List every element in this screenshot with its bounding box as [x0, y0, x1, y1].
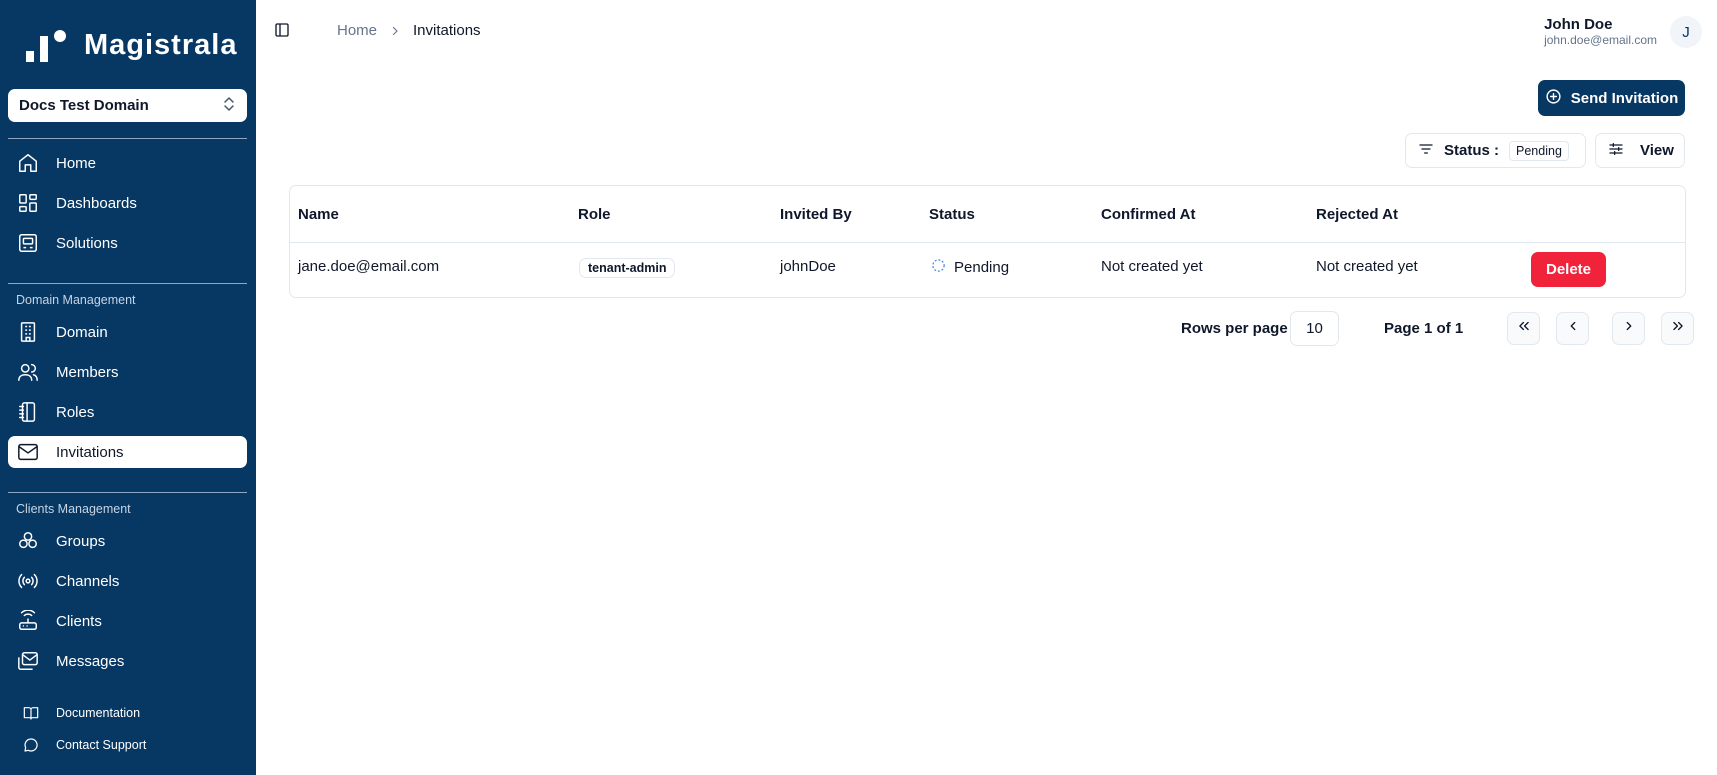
previous-page-button[interactable] — [1556, 312, 1589, 345]
chevrons-left-icon — [1517, 319, 1531, 338]
sidebar-item-label: Messages — [56, 652, 125, 670]
dashboard-icon — [16, 191, 40, 215]
panel-left-icon — [274, 22, 290, 43]
column-header-invited-by[interactable]: Invited By — [780, 206, 852, 223]
chevron-right-icon — [1622, 319, 1636, 338]
sidebar-item-channels[interactable]: Channels — [8, 565, 247, 597]
loader-circle-icon — [931, 258, 946, 277]
sidebar-item-label: Roles — [56, 403, 95, 421]
sidebar-divider — [8, 138, 247, 139]
section-label-domain-management: Domain Management — [16, 293, 136, 307]
chat-icon — [22, 736, 40, 754]
sidebar-item-groups[interactable]: Groups — [8, 525, 247, 557]
sidebar-item-roles[interactable]: Roles — [8, 396, 247, 428]
sidebar-item-label: Clients — [56, 612, 102, 630]
sidebar-item-solutions[interactable]: Solutions — [8, 227, 247, 259]
sidebar-item-label: Home — [56, 154, 97, 172]
breadcrumb-current: Invitations — [413, 22, 481, 39]
column-header-role[interactable]: Role — [578, 206, 611, 223]
radio-icon — [16, 569, 40, 593]
plus-circle-icon — [1545, 88, 1562, 109]
sidebar-item-label: Solutions — [56, 234, 118, 252]
chevron-left-icon — [1566, 319, 1580, 338]
sidebar-item-invitations[interactable]: Invitations — [8, 436, 247, 468]
last-page-button[interactable] — [1661, 312, 1694, 345]
chevrons-up-down-icon — [222, 96, 236, 116]
sidebar: Magistrala Docs Test Domain Home Dashboa… — [0, 0, 256, 775]
logo-icon — [26, 28, 74, 62]
sidebar-item-label: Channels — [56, 572, 120, 590]
status-filter-label: Status : — [1444, 142, 1500, 159]
view-options-button[interactable]: View — [1595, 133, 1685, 168]
chevrons-right-icon — [1671, 319, 1685, 338]
home-icon — [16, 151, 40, 175]
sidebar-divider — [8, 283, 247, 284]
sidebar-item-home[interactable]: Home — [8, 147, 247, 179]
send-invitation-button[interactable]: Send Invitation — [1538, 80, 1685, 116]
domain-selector[interactable]: Docs Test Domain — [8, 89, 247, 122]
app-name: Magistrala — [84, 28, 238, 61]
column-header-confirmed-at[interactable]: Confirmed At — [1101, 206, 1195, 223]
notebook-icon — [16, 400, 40, 424]
cell-confirmed-at: Not created yet — [1101, 258, 1203, 275]
view-label: View — [1640, 142, 1674, 159]
sidebar-divider — [8, 492, 247, 493]
column-header-status[interactable]: Status — [929, 206, 975, 223]
sidebar-item-clients[interactable]: Clients — [8, 605, 247, 637]
invitations-table: Name Role Invited By Status Confirmed At… — [289, 185, 1686, 298]
user-name: John Doe — [1544, 16, 1613, 33]
user-info[interactable]: John Doe john.doe@email.com — [1544, 16, 1657, 48]
cell-status: Pending — [931, 258, 1009, 277]
sidebar-item-label: Invitations — [56, 443, 124, 461]
sliders-icon — [1608, 141, 1624, 161]
mail-icon — [16, 440, 40, 464]
section-label-clients-management: Clients Management — [16, 502, 131, 516]
sidebar-footer-contact-support[interactable]: Contact Support — [22, 736, 146, 754]
rows-per-page-label: Rows per page — [1181, 320, 1288, 337]
filter-icon — [1418, 141, 1434, 161]
chevron-right-icon — [389, 25, 401, 37]
router-icon — [16, 609, 40, 633]
building-icon — [16, 320, 40, 344]
send-invitation-label: Send Invitation — [1570, 89, 1679, 107]
table-header-divider — [290, 242, 1685, 243]
solutions-icon — [16, 231, 40, 255]
cell-name: jane.doe@email.com — [298, 258, 440, 275]
status-label: Pending — [954, 259, 1010, 276]
rows-per-page-select[interactable]: 10 — [1290, 311, 1339, 346]
messages-icon — [16, 649, 40, 673]
sidebar-toggle-button[interactable] — [272, 22, 292, 42]
app-logo[interactable]: Magistrala — [26, 28, 237, 62]
sidebar-item-label: Domain — [56, 323, 108, 341]
delete-button[interactable]: Delete — [1531, 252, 1606, 287]
domain-selector-value: Docs Test Domain — [19, 97, 149, 114]
sidebar-item-label: Groups — [56, 532, 106, 550]
groups-icon — [16, 529, 40, 553]
next-page-button[interactable] — [1612, 312, 1645, 345]
book-icon — [22, 704, 40, 722]
column-header-rejected-at[interactable]: Rejected At — [1316, 206, 1398, 223]
status-filter-value: Pending — [1509, 140, 1569, 161]
sidebar-item-messages[interactable]: Messages — [8, 645, 247, 677]
column-header-name[interactable]: Name — [298, 206, 339, 223]
sidebar-item-label: Members — [56, 363, 119, 381]
sidebar-footer-label: Documentation — [56, 706, 141, 720]
cell-rejected-at: Not created yet — [1316, 258, 1418, 275]
users-icon — [16, 360, 40, 384]
breadcrumb-home-link[interactable]: Home — [337, 22, 377, 39]
sidebar-footer-label: Contact Support — [56, 738, 147, 752]
sidebar-item-domain[interactable]: Domain — [8, 316, 247, 348]
sidebar-item-label: Dashboards — [56, 194, 137, 212]
sidebar-footer-documentation[interactable]: Documentation — [22, 704, 140, 722]
breadcrumb: Home Invitations — [337, 22, 481, 39]
user-email: john.doe@email.com — [1544, 33, 1657, 47]
first-page-button[interactable] — [1507, 312, 1540, 345]
role-badge: tenant-admin — [579, 258, 676, 278]
sidebar-item-dashboards[interactable]: Dashboards — [8, 187, 247, 219]
cell-invited-by: johnDoe — [780, 258, 836, 275]
page-indicator: Page 1 of 1 — [1384, 320, 1464, 337]
avatar[interactable]: J — [1670, 16, 1702, 48]
status-filter-button[interactable]: Status : Pending — [1405, 133, 1586, 168]
sidebar-item-members[interactable]: Members — [8, 356, 247, 388]
